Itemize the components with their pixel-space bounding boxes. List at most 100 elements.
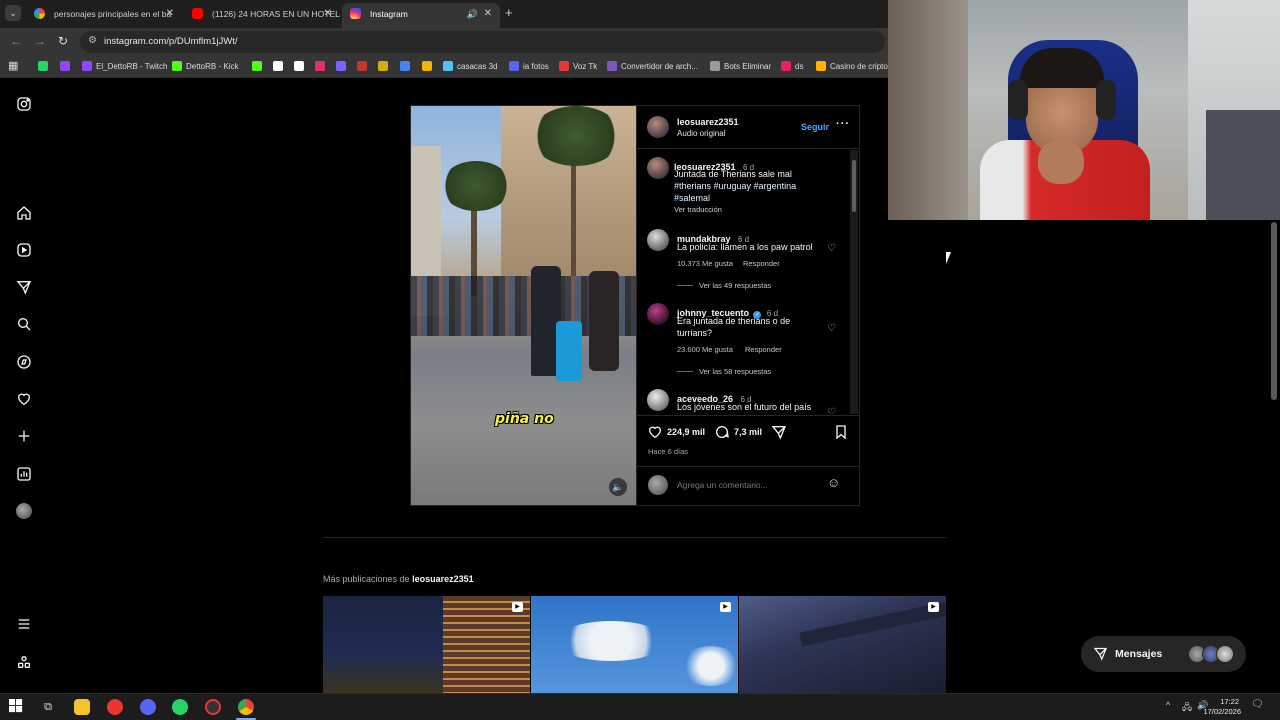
commenter-avatar[interactable] — [647, 229, 669, 251]
comment-count[interactable]: 7,3 mil — [734, 427, 762, 437]
author-username[interactable]: leosuarez2351 — [677, 117, 739, 127]
thumbnail-post[interactable]: ▶ — [531, 596, 738, 693]
obs-icon[interactable] — [205, 699, 221, 715]
forward-icon[interactable]: → — [34, 34, 46, 48]
thumbnail-post[interactable]: ▶ — [323, 596, 530, 693]
app-icon[interactable] — [107, 699, 123, 715]
more-posts-username[interactable]: leosuarez2351 — [412, 574, 474, 584]
view-replies-link[interactable]: Ver las 58 respuestas — [699, 367, 771, 376]
profile-avatar-icon[interactable] — [16, 503, 32, 519]
create-plus-icon[interactable] — [16, 428, 32, 444]
bookmark-item[interactable] — [422, 61, 436, 71]
task-view-icon[interactable]: ⧉ — [40, 699, 56, 715]
messages-icon[interactable] — [16, 279, 32, 295]
close-tab-icon[interactable]: ✕ — [166, 3, 174, 25]
bookmark-item[interactable]: casacas 3d — [443, 61, 497, 71]
home-icon[interactable] — [16, 205, 32, 221]
bookmark-item[interactable] — [336, 61, 350, 71]
comment-likes[interactable]: 10.373 Me gusta — [677, 259, 733, 268]
reload-icon[interactable]: ↻ — [58, 34, 68, 48]
whatsapp-icon[interactable] — [172, 699, 188, 715]
follow-button[interactable]: Seguir — [801, 122, 829, 132]
save-bookmark-icon[interactable] — [833, 424, 849, 440]
caption-hashtags[interactable]: #therians #uruguay #argentina — [674, 180, 849, 192]
like-comment-heart-icon[interactable]: ♡ — [827, 407, 836, 414]
share-icon[interactable] — [771, 424, 787, 440]
tab-google[interactable]: personajes principales en el ba ✕ — [26, 3, 182, 28]
comments-scrollbar[interactable] — [850, 150, 858, 414]
comment-bubble-icon[interactable] — [714, 424, 730, 440]
like-comment-heart-icon[interactable]: ♡ — [827, 243, 836, 254]
tab-instagram[interactable]: Instagram 🔊 ✕ — [342, 3, 500, 28]
comment-input[interactable]: Agrega un comentario... — [677, 480, 768, 490]
like-heart-icon[interactable] — [647, 424, 663, 440]
like-count[interactable]: 224,9 mil — [667, 427, 705, 437]
show-hidden-icons-icon[interactable]: ^ — [1166, 700, 1170, 710]
bookmark-item[interactable]: Voz Tk — [559, 61, 597, 71]
notifications-heart-icon[interactable] — [16, 391, 32, 407]
commenter-avatar[interactable] — [647, 389, 669, 411]
page-scrollbar-thumb[interactable] — [1271, 222, 1277, 400]
bookmark-item[interactable]: ia fotos — [509, 61, 549, 71]
bookmark-item[interactable]: Convertidor de arch... — [607, 61, 698, 71]
scrollbar-thumb[interactable] — [852, 160, 856, 212]
bookmark-item[interactable]: ds — [781, 61, 803, 71]
commenter-avatar[interactable] — [647, 303, 669, 325]
audio-label[interactable]: Audio original — [677, 129, 725, 138]
mute-icon[interactable]: 🔈 — [609, 478, 627, 496]
dashboard-icon[interactable] — [16, 466, 32, 482]
menu-icon[interactable] — [16, 616, 32, 632]
author-avatar[interactable] — [647, 157, 669, 179]
author-avatar[interactable] — [647, 116, 669, 138]
bookmark-item[interactable] — [378, 61, 392, 71]
emoji-icon[interactable]: ☺ — [827, 475, 840, 490]
bookmark-item[interactable] — [38, 61, 52, 71]
new-tab-button[interactable]: + — [505, 5, 513, 20]
clock-time[interactable]: 17:22 — [1203, 697, 1239, 706]
bookmark-item[interactable]: Bots Eliminar — [710, 61, 771, 71]
reels-icon[interactable] — [16, 242, 32, 258]
search-icon[interactable] — [16, 316, 32, 332]
more-options-icon[interactable]: ··· — [836, 118, 850, 130]
tab-youtube[interactable]: (1126) 24 HORAS EN UN HOTEL ✕ — [184, 3, 340, 28]
comments-list[interactable]: leosuarez2351 6 d Juntada de Therians sa… — [637, 149, 859, 414]
messages-button[interactable]: Mensajes — [1081, 636, 1246, 672]
also-from-meta-icon[interactable] — [16, 654, 32, 670]
chrome-icon[interactable] — [238, 699, 254, 715]
file-explorer-icon[interactable] — [74, 699, 90, 715]
reply-button[interactable]: Responder — [743, 259, 780, 268]
bookmark-item[interactable] — [315, 61, 329, 71]
bookmark-item[interactable] — [60, 61, 74, 71]
apps-grid-icon[interactable]: ▦ — [8, 59, 18, 72]
discord-icon[interactable] — [140, 699, 156, 715]
reply-button[interactable]: Responder — [745, 345, 782, 354]
site-info-icon[interactable]: ⚙ — [88, 35, 97, 46]
network-icon[interactable]: 🖧 — [1182, 700, 1192, 716]
bookmark-item[interactable] — [252, 61, 266, 71]
bookmark-item[interactable]: DettoRB - Kick — [172, 61, 238, 71]
clock-date[interactable]: 17/02/2026 — [1193, 707, 1241, 716]
close-tab-icon[interactable]: ✕ — [324, 3, 332, 25]
bookmark-item[interactable]: Casino de cripto — [816, 61, 888, 71]
caption-hashtags[interactable]: #salemal — [674, 192, 710, 204]
bookmark-item[interactable]: El_DettoRB - Twitch — [82, 61, 167, 71]
back-icon[interactable]: ← — [10, 34, 22, 48]
comment-likes[interactable]: 23.600 Me gusta — [677, 345, 733, 354]
url-input[interactable]: ⚙ instagram.com/p/DUmflm1jJWt/ — [80, 31, 885, 53]
close-tab-icon[interactable]: ✕ — [484, 3, 492, 25]
bookmark-item[interactable] — [400, 61, 414, 71]
see-translation-link[interactable]: Ver traducción — [674, 205, 722, 214]
windows-start-icon[interactable] — [9, 699, 25, 715]
view-replies-link[interactable]: Ver las 49 respuestas — [699, 281, 771, 290]
bookmark-item[interactable] — [294, 61, 308, 71]
bookmark-item[interactable] — [273, 61, 287, 71]
explore-icon[interactable] — [16, 354, 32, 370]
post-video[interactable]: piña no 🔈 — [411, 106, 636, 505]
like-comment-heart-icon[interactable]: ♡ — [827, 323, 836, 334]
audio-playing-icon[interactable]: 🔊 — [467, 3, 478, 25]
instagram-logo-icon[interactable] — [16, 96, 32, 112]
thumbnail-post[interactable]: ▶ — [739, 596, 946, 693]
tab-search-button[interactable]: ⌄ — [5, 5, 21, 21]
notifications-icon[interactable]: 🗨 — [1251, 699, 1264, 710]
bookmark-item[interactable] — [357, 61, 371, 71]
